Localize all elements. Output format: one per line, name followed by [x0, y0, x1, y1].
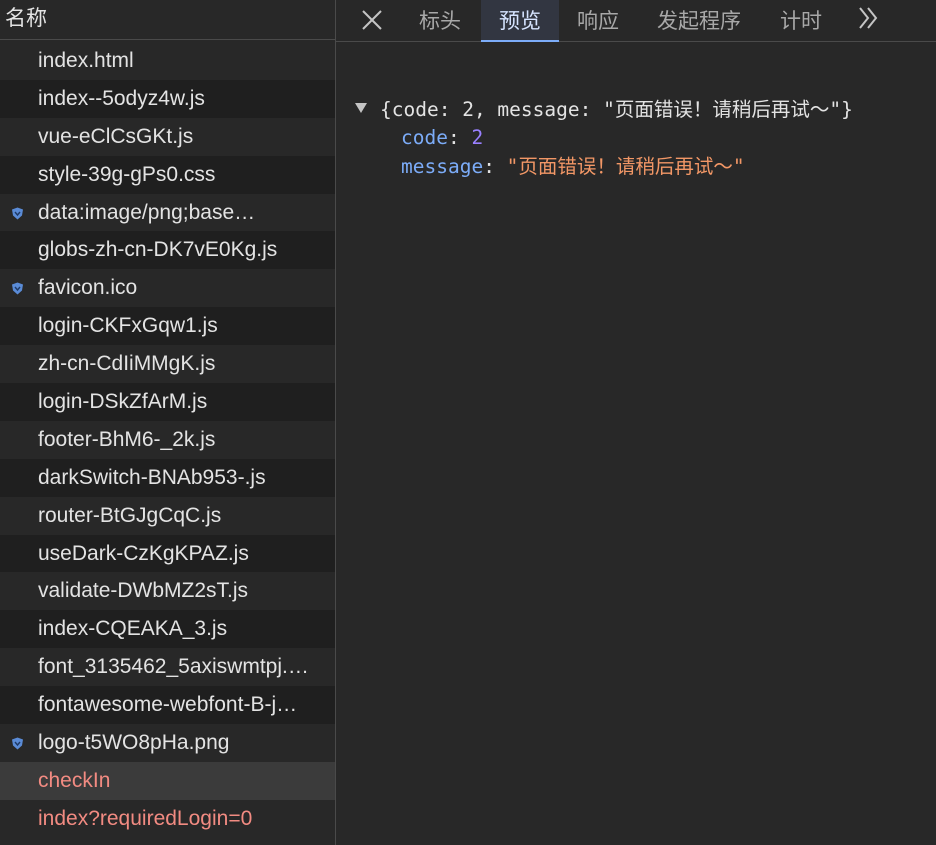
- request-row[interactable]: checkIn: [0, 761, 335, 800]
- request-name: index.html: [38, 49, 134, 72]
- devtools-network-panel: 名称 index.html index--5odyz4w.js vue-eClCsG…: [0, 0, 936, 845]
- request-name: index-CQEAKA_3.js: [38, 617, 228, 641]
- request-name: font_3135462_5axiswmtpj.…: [38, 655, 309, 679]
- request-name: zh-cn-CdIiMMgK.js: [38, 352, 216, 376]
- prop-colon: :: [447, 126, 472, 149]
- request-row[interactable]: index--5odyz4w.js: [0, 79, 335, 118]
- request-name: login-CKFxGqw1.js: [38, 314, 218, 338]
- json-prop-message: message: "页面错误！请稍后再试～": [401, 153, 745, 181]
- request-row[interactable]: index.html: [0, 42, 335, 80]
- request-row[interactable]: validate-DWbMZ2sT.js: [0, 572, 335, 611]
- request-row[interactable]: footer-BhM6-_2k.js: [0, 420, 335, 459]
- request-row[interactable]: login-CKFxGqw1.js: [0, 307, 335, 346]
- tab-preview[interactable]: 预览: [481, 0, 559, 42]
- summary-mid: , message:: [473, 98, 604, 121]
- tab-response[interactable]: 响应: [562, 0, 634, 41]
- summary-open: {code:: [380, 98, 463, 121]
- request-row[interactable]: data:image/png;base…: [0, 193, 335, 232]
- request-name: globs-zh-cn-DK7vE0Kg.js: [38, 238, 278, 262]
- summary-code: 2: [462, 98, 474, 121]
- request-list: 名称 index.html index--5odyz4w.js vue-eClCsG…: [0, 0, 336, 845]
- shield-icon: [12, 207, 23, 220]
- json-prop-code: code: 2: [401, 124, 483, 152]
- request-name: validate-DWbMZ2sT.js: [38, 579, 249, 603]
- prop-colon: :: [483, 155, 507, 178]
- request-row[interactable]: favicon.ico: [0, 269, 335, 308]
- request-row[interactable]: index?requiredLogin=0: [0, 799, 335, 838]
- prop-key: code: [401, 126, 448, 149]
- shield-icon: [12, 737, 23, 750]
- json-summary[interactable]: {code: 2, message: "页面错误！请稍后再试～"}: [380, 96, 853, 124]
- request-name: index?requiredLogin=0: [38, 806, 253, 830]
- request-name: fontawesome-webfont-B-j…: [38, 693, 298, 717]
- name-column-header[interactable]: 名称: [0, 0, 335, 40]
- request-name: style-39g-gPs0.css: [38, 162, 216, 186]
- request-name: checkIn: [38, 768, 111, 792]
- triangle-down-icon[interactable]: [354, 102, 368, 114]
- request-row[interactable]: useDark-CzKgKPAZ.js: [0, 534, 335, 573]
- request-name: index--5odyz4w.js: [38, 86, 205, 110]
- request-name: router-BtGJgCqC.js: [38, 503, 222, 527]
- request-name: useDark-CzKgKPAZ.js: [38, 541, 249, 565]
- request-row[interactable]: logo-t5WO8pHa.png: [0, 724, 335, 762]
- request-row[interactable]: vue-eClCsGKt.js: [0, 117, 335, 156]
- request-name: footer-BhM6-_2k.js: [38, 427, 216, 451]
- prop-key: message: [401, 155, 484, 178]
- request-row[interactable]: darkSwitch-BNAb953-.js: [0, 458, 335, 497]
- tab-headers[interactable]: 标头: [402, 0, 478, 41]
- request-name: data:image/png;base…: [38, 200, 256, 224]
- request-name: favicon.ico: [38, 276, 138, 300]
- tab-timing[interactable]: 计时: [764, 0, 838, 41]
- chevron-double-right-icon[interactable]: [857, 5, 879, 31]
- request-name: login-DSkZfArM.js: [38, 390, 208, 414]
- request-row[interactable]: login-DSkZfArM.js: [0, 383, 335, 421]
- request-row[interactable]: zh-cn-CdIiMMgK.js: [0, 345, 335, 384]
- tab-initiator[interactable]: 发起程序: [638, 0, 760, 41]
- prop-value: "页面错误！请稍后再试～": [506, 155, 745, 178]
- request-row[interactable]: globs-zh-cn-DK7vE0Kg.js: [0, 231, 335, 270]
- request-name: darkSwitch-BNAb953-.js: [38, 465, 266, 489]
- summary-close: }: [841, 98, 853, 121]
- request-row[interactable]: index-CQEAKA_3.js: [0, 610, 335, 649]
- request-row[interactable]: router-BtGJgCqC.js: [0, 496, 335, 535]
- request-row[interactable]: style-39g-gPs0.css: [0, 155, 335, 194]
- request-name: logo-t5WO8pHa.png: [38, 731, 230, 755]
- request-row[interactable]: font_3135462_5axiswmtpj.…: [0, 648, 335, 687]
- request-rows: index.html index--5odyz4w.js vue-eClCsGKt.…: [0, 42, 335, 838]
- request-row[interactable]: fontawesome-webfont-B-j…: [0, 686, 335, 725]
- shield-icon: [12, 282, 23, 295]
- close-icon[interactable]: [358, 6, 386, 34]
- request-detail-pane: 标头 预览 响应 发起程序 计时 {code: 2, message: "页面错…: [336, 0, 936, 845]
- detail-tabbar: 标头 预览 响应 发起程序 计时: [336, 0, 936, 42]
- request-name: vue-eClCsGKt.js: [38, 124, 194, 148]
- prop-value: 2: [471, 126, 484, 149]
- summary-message: "页面错误！请稍后再试～": [603, 98, 842, 121]
